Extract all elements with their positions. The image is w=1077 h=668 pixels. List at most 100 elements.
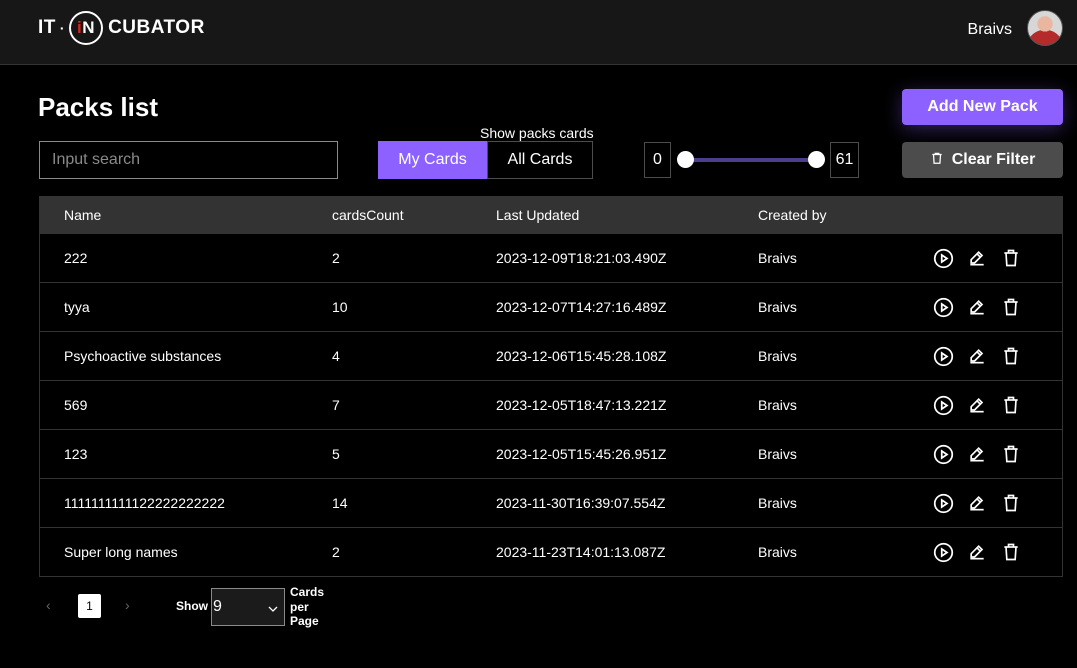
pack-name-cell[interactable]: 1111111111122222222222: [64, 495, 225, 511]
header-last-updated[interactable]: Last Updated: [496, 207, 579, 223]
row-actions: [932, 492, 1022, 514]
table-row: 123 5 2023-12-05T15:45:26.951Z Braivs: [40, 429, 1062, 478]
pencil-icon[interactable]: [966, 296, 988, 318]
range-slider-track[interactable]: [685, 158, 817, 162]
per-page-value: 9: [213, 598, 222, 615]
pack-name-cell[interactable]: 123: [64, 446, 87, 462]
top-bar: IT · iN CUBATOR Braivs: [0, 0, 1077, 65]
next-page-icon[interactable]: ›: [125, 597, 130, 613]
prev-page-icon[interactable]: ‹: [46, 597, 51, 613]
trash-icon: [930, 151, 944, 170]
per-page-select[interactable]: 9: [211, 588, 285, 626]
header-name[interactable]: Name: [64, 207, 101, 223]
pencil-icon[interactable]: [966, 247, 988, 269]
per-label-line-3: Page: [290, 614, 319, 628]
all-cards-button[interactable]: All Cards: [487, 141, 593, 179]
pencil-icon[interactable]: [966, 394, 988, 416]
per-label-line-2: per: [290, 599, 309, 614]
last-updated-cell: 2023-11-23T14:01:13.087Z: [496, 544, 666, 560]
range-min-value: 0: [644, 142, 671, 178]
clear-filter-button[interactable]: Clear Filter: [902, 142, 1063, 178]
logo-it-text: IT: [38, 17, 56, 38]
last-updated-cell: 2023-12-05T15:45:26.951Z: [496, 446, 667, 462]
page-1-button[interactable]: 1: [78, 594, 101, 618]
table-body: 222 2 2023-12-09T18:21:03.490Z Braivs tyya 10…: [40, 233, 1062, 576]
play-circle-icon[interactable]: [932, 492, 954, 514]
logo-in-circle: iN: [69, 11, 104, 45]
trash-icon[interactable]: [1000, 394, 1022, 416]
trash-icon[interactable]: [1000, 345, 1022, 367]
range-max-value: 61: [830, 142, 859, 178]
created-by-cell: Braivs: [758, 250, 797, 266]
play-circle-icon[interactable]: [932, 394, 954, 416]
pagination: ‹ 1 › Show 9 Cards per Page: [39, 585, 339, 632]
cards-toggle: My Cards All Cards: [378, 141, 593, 179]
cards-count-cell: 14: [332, 495, 348, 511]
show-label: Show: [176, 599, 208, 613]
trash-icon[interactable]: [1000, 492, 1022, 514]
table-header: Name cardsCount Last Updated Created by: [40, 197, 1062, 233]
table-row: tyya 10 2023-12-07T14:27:16.489Z Braivs: [40, 282, 1062, 331]
add-new-pack-button[interactable]: Add New Pack: [902, 89, 1063, 125]
per-label-line-1: Cards: [290, 585, 325, 599]
created-by-cell: Braivs: [758, 446, 797, 462]
pencil-icon[interactable]: [966, 492, 988, 514]
last-updated-cell: 2023-12-06T15:45:28.108Z: [496, 348, 667, 364]
row-actions: [932, 296, 1022, 318]
header-created-by[interactable]: Created by: [758, 207, 826, 223]
header-cards-count[interactable]: cardsCount: [332, 207, 404, 223]
logo-in-n: N: [82, 18, 96, 37]
row-actions: [932, 394, 1022, 416]
clear-filter-label: Clear Filter: [951, 151, 1036, 168]
pack-name-cell[interactable]: Psychoactive substances: [64, 348, 221, 364]
search-input[interactable]: [39, 141, 338, 179]
trash-icon[interactable]: [1000, 443, 1022, 465]
play-circle-icon[interactable]: [932, 247, 954, 269]
play-circle-icon[interactable]: [932, 541, 954, 563]
play-circle-icon[interactable]: [932, 345, 954, 367]
logo-cubator-text: CUBATOR: [108, 17, 205, 38]
table-row: Psychoactive substances 4 2023-12-06T15:45…: [40, 331, 1062, 380]
cards-count-cell: 2: [332, 544, 340, 560]
row-actions: [932, 443, 1022, 465]
last-updated-cell: 2023-12-05T18:47:13.221Z: [496, 397, 667, 413]
pencil-icon[interactable]: [966, 541, 988, 563]
pencil-icon[interactable]: [966, 443, 988, 465]
row-actions: [932, 345, 1022, 367]
chevron-down-icon: [268, 601, 278, 619]
pack-name-cell[interactable]: 569: [64, 397, 87, 413]
my-cards-button[interactable]: My Cards: [378, 141, 487, 179]
trash-icon[interactable]: [1000, 247, 1022, 269]
last-updated-cell: 2023-12-09T18:21:03.490Z: [496, 250, 667, 266]
range-slider-min-thumb[interactable]: [677, 151, 694, 168]
cards-count-cell: 10: [332, 299, 348, 315]
play-circle-icon[interactable]: [932, 296, 954, 318]
cards-count-cell: 5: [332, 446, 340, 462]
cards-count-cell: 2: [332, 250, 340, 266]
table-row: 1111111111122222222222 14 2023-11-30T16:39…: [40, 478, 1062, 527]
row-actions: [932, 541, 1022, 563]
play-circle-icon[interactable]: [932, 443, 954, 465]
table-row: Super long names 2 2023-11-23T14:01:13.087…: [40, 527, 1062, 576]
trash-icon[interactable]: [1000, 541, 1022, 563]
page-title: Packs list: [38, 92, 158, 122]
logo-dot: ·: [59, 20, 66, 36]
range-slider-max-thumb[interactable]: [808, 151, 825, 168]
avatar[interactable]: [1027, 10, 1063, 46]
cards-per-page-label: Cards per Page: [290, 585, 324, 629]
user-name[interactable]: Braivs: [968, 21, 1012, 39]
row-actions: [932, 247, 1022, 269]
last-updated-cell: 2023-12-07T14:27:16.489Z: [496, 299, 667, 315]
cards-count-cell: 7: [332, 397, 340, 413]
pack-name-cell[interactable]: tyya: [64, 299, 90, 315]
table-row: 222 2 2023-12-09T18:21:03.490Z Braivs: [40, 233, 1062, 282]
created-by-cell: Braivs: [758, 299, 797, 315]
cards-count-cell: 4: [332, 348, 340, 364]
pack-name-cell[interactable]: Super long names: [64, 544, 178, 560]
pencil-icon[interactable]: [966, 345, 988, 367]
trash-icon[interactable]: [1000, 296, 1022, 318]
pack-name-cell[interactable]: 222: [64, 250, 87, 266]
created-by-cell: Braivs: [758, 544, 797, 560]
show-packs-cards-label: Show packs cards: [480, 125, 594, 141]
it-incubator-logo[interactable]: IT · iN CUBATOR: [38, 10, 205, 46]
